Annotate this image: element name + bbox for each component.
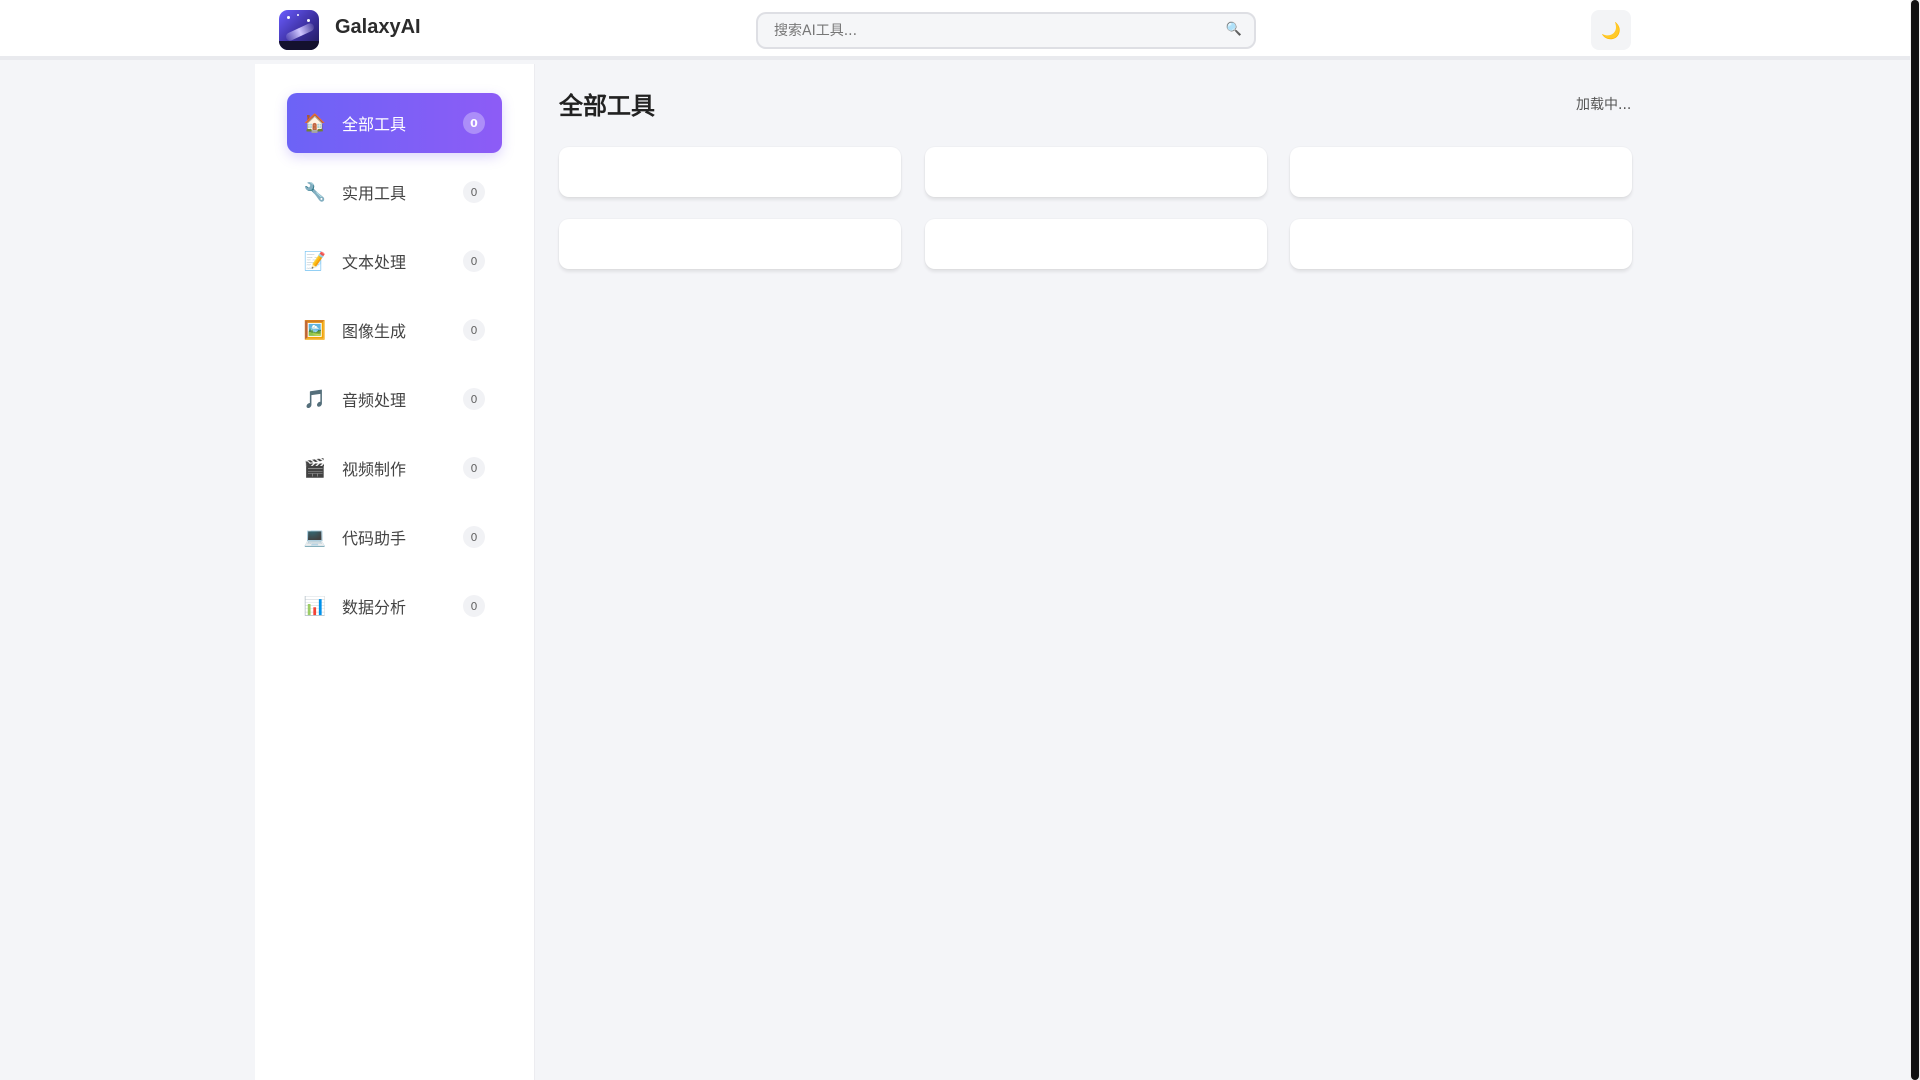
- count-badge: 0: [463, 526, 485, 548]
- count-badge: 0: [463, 457, 485, 479]
- search-box[interactable]: 🔍: [756, 12, 1256, 49]
- tool-card-placeholder: [559, 219, 901, 269]
- sidebar-item-label: 音频处理: [342, 391, 407, 410]
- page-title: 全部工具: [559, 92, 655, 120]
- tool-card-placeholder: [1290, 219, 1632, 269]
- laptop-icon: 💻: [303, 526, 327, 548]
- sidebar-item-text-processing[interactable]: 📝 文本处理 0: [287, 231, 502, 291]
- picture-icon: 🖼️: [303, 319, 327, 341]
- page-scrollbar[interactable]: [1910, 0, 1920, 1080]
- moon-icon: 🌙: [1601, 20, 1621, 40]
- clapper-icon: 🎬: [303, 457, 327, 479]
- sidebar-item-label: 代码助手: [342, 529, 407, 548]
- sidebar-item-image-generation[interactable]: 🖼️ 图像生成 0: [287, 300, 502, 360]
- sidebar: 🏠 全部工具 0 🔧 实用工具 0 📝 文本处理 0 🖼️ 图像生成 0 🎵 音…: [255, 64, 535, 1080]
- top-header: GalaxyAI 🔍 🌙: [0, 0, 1910, 60]
- memo-icon: 📝: [303, 250, 327, 272]
- tool-card-placeholder: [925, 147, 1267, 197]
- wrench-icon: 🔧: [303, 181, 327, 203]
- count-badge: 0: [463, 250, 485, 272]
- count-badge: 0: [463, 181, 485, 203]
- loading-status: 加载中...: [1576, 97, 1632, 113]
- sidebar-item-data-analysis[interactable]: 📊 数据分析 0: [287, 576, 502, 636]
- sidebar-item-code-assistant[interactable]: 💻 代码助手 0: [287, 507, 502, 567]
- sidebar-item-label: 全部工具: [342, 115, 407, 134]
- sidebar-item-label: 实用工具: [342, 184, 407, 203]
- theme-toggle-button[interactable]: 🌙: [1591, 10, 1631, 50]
- count-badge: 0: [463, 112, 485, 134]
- bar-chart-icon: 📊: [303, 595, 327, 617]
- tool-card-placeholder: [1290, 147, 1632, 197]
- logo-icon[interactable]: [279, 10, 319, 50]
- count-badge: 0: [463, 319, 485, 341]
- scrollbar-thumb[interactable]: [1911, 0, 1919, 1080]
- sidebar-item-label: 图像生成: [342, 322, 407, 341]
- sidebar-item-video-production[interactable]: 🎬 视频制作 0: [287, 438, 502, 498]
- sidebar-item-utilities[interactable]: 🔧 实用工具 0: [287, 162, 502, 222]
- sidebar-item-all-tools[interactable]: 🏠 全部工具 0: [287, 93, 502, 153]
- brand-name[interactable]: GalaxyAI: [335, 16, 421, 39]
- sidebar-item-label: 视频制作: [342, 460, 407, 479]
- search-icon[interactable]: 🔍: [1226, 22, 1242, 37]
- tool-card-placeholder: [925, 219, 1267, 269]
- count-badge: 0: [463, 595, 485, 617]
- sidebar-item-audio-processing[interactable]: 🎵 音频处理 0: [287, 369, 502, 429]
- tool-card-placeholder: [559, 147, 901, 197]
- home-icon: 🏠: [303, 112, 327, 134]
- count-badge: 0: [463, 388, 485, 410]
- music-note-icon: 🎵: [303, 388, 327, 410]
- sidebar-item-label: 数据分析: [342, 598, 407, 617]
- sidebar-item-label: 文本处理: [342, 253, 407, 272]
- search-input[interactable]: [758, 14, 1254, 47]
